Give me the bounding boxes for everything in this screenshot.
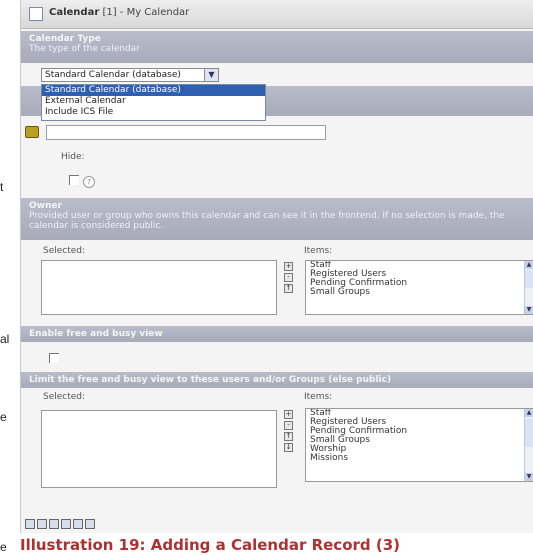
section-calendar-type: Calendar Type The type of the calendar — [21, 31, 533, 63]
scroll-down-icon[interactable]: ▼ — [525, 306, 533, 314]
add-button[interactable]: + — [284, 410, 293, 419]
owner-selected-label: Selected: — [43, 246, 86, 256]
section-description: The type of the calendar — [29, 44, 140, 54]
scroll-thumb[interactable] — [525, 270, 533, 288]
scroll-up-icon[interactable]: ▲ — [525, 261, 533, 269]
save-icon[interactable] — [25, 519, 35, 529]
section-title: Limit the free and busy view to these us… — [29, 375, 392, 385]
section-title: Calendar Type — [29, 34, 101, 44]
section-owner: Owner Provided user or group who owns th… — [21, 198, 533, 240]
figure-caption: Illustration 19: Adding a Calendar Recor… — [20, 536, 401, 554]
scroll-thumb[interactable] — [525, 419, 533, 447]
owner-items-list[interactable]: Staff Registered Users Pending Confirmat… — [305, 260, 533, 315]
page-text-fragment: t — [0, 180, 4, 194]
help-icon[interactable]: ? — [83, 176, 95, 188]
dropdown-option[interactable]: External Calendar — [42, 96, 265, 107]
limit-selected-label: Selected: — [43, 392, 86, 402]
section-title: Owner — [29, 201, 62, 211]
window-title-record: [1] - My Calendar — [102, 7, 190, 18]
owner-selected-list[interactable] — [41, 260, 277, 315]
record-toolbar — [25, 514, 97, 529]
move-up-button[interactable]: ↑ — [284, 284, 293, 293]
limit-selected-list[interactable] — [41, 410, 277, 488]
section-limit-free-busy: Limit the free and busy view to these us… — [21, 372, 533, 388]
window-icon — [29, 7, 43, 21]
page-text-fragment: al — [0, 332, 10, 346]
hide-label: Hide: — [61, 152, 85, 162]
limit-items-label: Items: — [304, 392, 333, 402]
move-down-button[interactable]: ↓ — [284, 443, 293, 452]
list-item[interactable]: Small Groups — [306, 288, 533, 297]
save-new-icon[interactable] — [49, 519, 59, 529]
window-titlebar: Calendar [1] - My Calendar — [21, 0, 533, 29]
calendar-type-dropdown[interactable]: Standard Calendar (database) External Ca… — [41, 84, 266, 121]
owner-items-label: Items: — [304, 246, 333, 256]
page-text-fragment: e — [0, 540, 7, 554]
close-icon[interactable] — [61, 519, 71, 529]
calendar-name-input[interactable] — [46, 125, 326, 140]
key-icon — [25, 126, 39, 138]
undo-icon[interactable] — [85, 519, 95, 529]
page-text-fragment: e — [0, 410, 7, 424]
remove-button[interactable]: - — [284, 273, 293, 282]
section-free-busy: Enable free and busy view — [21, 326, 533, 342]
add-button[interactable]: + — [284, 262, 293, 271]
owner-move-buttons: + - ↑ — [284, 262, 294, 295]
owner-items-scrollbar[interactable]: ▲ ▼ — [524, 261, 533, 314]
scroll-up-icon[interactable]: ▲ — [525, 409, 533, 417]
screenshot-figure: Calendar [1] - My Calendar Calendar Type… — [20, 0, 533, 533]
limit-items-scrollbar[interactable]: ▲ ▼ — [524, 409, 533, 481]
dropdown-option[interactable]: Include ICS File — [42, 107, 265, 118]
scroll-down-icon[interactable]: ▼ — [525, 473, 533, 481]
window-title-module: Calendar — [49, 7, 100, 18]
limit-items-list[interactable]: Staff Registered Users Pending Confirmat… — [305, 408, 533, 482]
section-description: Provided user or group who owns this cal… — [29, 211, 505, 231]
list-item[interactable]: Missions — [306, 454, 533, 463]
dropdown-option[interactable]: Standard Calendar (database) — [42, 85, 265, 96]
limit-move-buttons: + - ↑ ↓ — [284, 410, 294, 454]
select-value: Standard Calendar (database) — [45, 70, 181, 80]
free-busy-checkbox[interactable] — [49, 353, 59, 363]
window-title: Calendar [1] - My Calendar — [49, 7, 189, 18]
hide-checkbox[interactable] — [69, 175, 79, 185]
chevron-down-icon[interactable]: ▼ — [204, 69, 218, 81]
remove-button[interactable]: - — [284, 421, 293, 430]
move-up-button[interactable]: ↑ — [284, 432, 293, 441]
delete-icon[interactable] — [73, 519, 83, 529]
calendar-type-select[interactable]: Standard Calendar (database) ▼ — [41, 68, 219, 82]
save-close-icon[interactable] — [37, 519, 47, 529]
section-title: Enable free and busy view — [29, 329, 163, 339]
